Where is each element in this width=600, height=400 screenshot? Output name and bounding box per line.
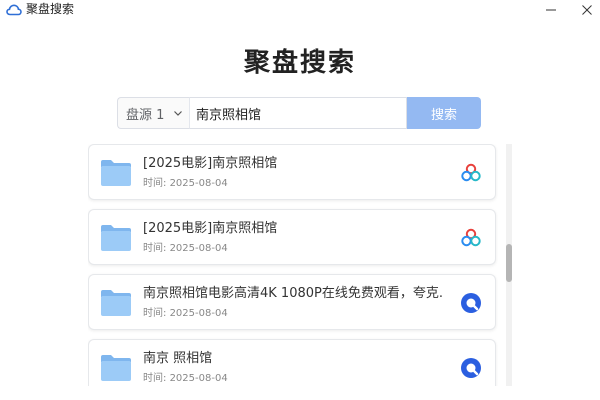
folder-icon <box>101 290 131 316</box>
baidu-pan-icon[interactable] <box>459 161 483 185</box>
result-time: 时间: 2025-08-04 <box>143 307 228 321</box>
result-time: 时间: 2025-08-04 <box>143 372 228 386</box>
app-window: 聚盘搜索 聚盘搜索 盘源 1 搜索 <box>0 0 600 400</box>
search-button[interactable]: 搜索 <box>407 97 481 129</box>
time-label: 时间: <box>143 178 167 189</box>
minimize-button[interactable] <box>540 0 562 20</box>
close-icon <box>582 5 592 15</box>
time-value: 2025-08-04 <box>169 178 228 189</box>
chevron-down-icon <box>174 111 182 116</box>
search-input[interactable] <box>189 97 407 129</box>
baidu-pan-icon[interactable] <box>459 226 483 250</box>
result-item[interactable]: 南京照相馆电影高清4K 1080P在线免费观看，夸克... 时间: 2025-0… <box>88 274 496 330</box>
time-label: 时间: <box>143 308 167 319</box>
results-list: [2025电影]南京照相馆 时间: 2025-08-04 [2025电影]南京照… <box>88 144 498 386</box>
result-title: [2025电影]南京照相馆 <box>143 156 278 171</box>
result-time: 时间: 2025-08-04 <box>143 177 228 191</box>
result-title: 南京 照相馆 <box>143 351 213 366</box>
page-title: 聚盘搜索 <box>243 48 356 78</box>
result-time: 时间: 2025-08-04 <box>143 242 228 256</box>
result-title: 南京照相馆电影高清4K 1080P在线免费观看，夸克... <box>143 286 443 301</box>
app-cloud-icon <box>6 4 22 16</box>
search-bar: 盘源 1 搜索 <box>117 97 481 129</box>
time-value: 2025-08-04 <box>169 373 228 384</box>
time-value: 2025-08-04 <box>169 308 228 319</box>
scrollbar-thumb[interactable] <box>506 244 512 282</box>
folder-icon <box>101 225 131 251</box>
title-bar: 聚盘搜索 <box>0 0 600 20</box>
close-button[interactable] <box>576 0 598 20</box>
time-value: 2025-08-04 <box>169 243 228 254</box>
source-select-value: 盘源 1 <box>126 107 165 123</box>
result-item[interactable]: [2025电影]南京照相馆 时间: 2025-08-04 <box>88 144 496 200</box>
result-item[interactable]: 南京 照相馆 时间: 2025-08-04 <box>88 339 496 386</box>
result-title: [2025电影]南京照相馆 <box>143 221 278 236</box>
quark-pan-icon[interactable] <box>459 356 483 380</box>
source-select[interactable]: 盘源 1 <box>117 97 189 129</box>
time-label: 时间: <box>143 243 167 254</box>
window-title: 聚盘搜索 <box>26 2 75 16</box>
result-item[interactable]: [2025电影]南京照相馆 时间: 2025-08-04 <box>88 209 496 265</box>
folder-icon <box>101 160 131 186</box>
minimize-icon <box>546 9 556 11</box>
quark-pan-icon[interactable] <box>459 291 483 315</box>
time-label: 时间: <box>143 373 167 384</box>
folder-icon <box>101 355 131 381</box>
